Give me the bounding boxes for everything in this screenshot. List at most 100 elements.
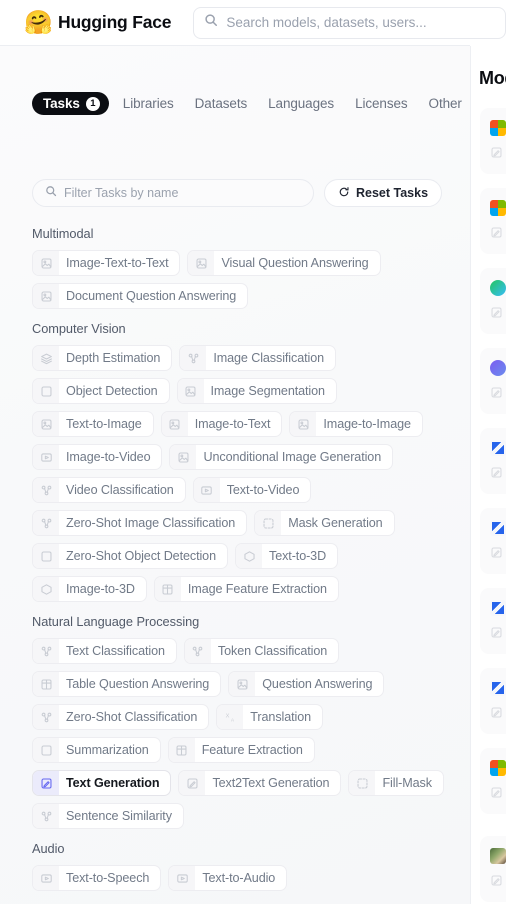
text-generation-icon	[490, 706, 502, 718]
search-icon	[204, 13, 218, 32]
task-chip-text-to-video[interactable]: Text-to-Video	[192, 477, 312, 503]
task-chip-text-classification[interactable]: Text Classification	[32, 638, 177, 664]
brand-logo-group[interactable]: 🤗 Hugging Face	[24, 10, 172, 35]
zero-shot-image-classification-icon	[33, 511, 59, 535]
task-chip-summarization[interactable]: Summarization	[32, 737, 161, 763]
task-chip-document-question-answering[interactable]: Document Question Answering	[32, 283, 249, 309]
model-card[interactable]	[480, 188, 506, 254]
model-card[interactable]	[480, 836, 506, 902]
task-chip-text-to-3d[interactable]: Text-to-3D	[235, 543, 339, 569]
search-input[interactable]	[226, 15, 495, 30]
section-title: Audio	[32, 841, 65, 856]
task-chip-label: Zero-Shot Classification	[66, 710, 198, 724]
task-chip-image-to-3d[interactable]: Image-to-3D	[32, 576, 147, 602]
model-card[interactable]	[480, 508, 506, 574]
task-chip-label: Sentence Similarity	[66, 809, 172, 823]
tab-libraries[interactable]: Libraries	[116, 92, 181, 115]
text-to-video-icon	[193, 478, 220, 502]
purple-gradient-avatar	[490, 360, 506, 376]
model-card[interactable]	[480, 428, 506, 494]
tab-datasets[interactable]: Datasets	[188, 92, 254, 115]
task-chip-image-text-to-text[interactable]: Image-Text-to-Text	[32, 250, 181, 276]
task-chip-label: Image Classification	[213, 351, 325, 365]
task-chip-sentence-similarity[interactable]: Sentence Similarity	[32, 803, 184, 829]
microsoft-logo-swatch	[490, 200, 506, 216]
model-card[interactable]	[480, 348, 506, 414]
task-chip-label: Fill-Mask	[382, 776, 432, 790]
text-to-speech-icon	[33, 866, 59, 890]
task-chip-text-to-image[interactable]: Text-to-Image	[32, 411, 154, 437]
tab-label: Tasks	[43, 96, 80, 111]
model-card[interactable]	[480, 268, 506, 334]
search-box[interactable]	[193, 6, 506, 39]
task-chip-image-classification[interactable]: Image Classification	[179, 345, 337, 371]
filter-tasks-input[interactable]	[64, 186, 301, 200]
task-chip-label: Translation	[250, 710, 312, 724]
tab-tasks[interactable]: Tasks 1	[32, 92, 109, 115]
text-classification-icon	[33, 639, 59, 663]
task-chip-question-answering[interactable]: Question Answering	[228, 671, 385, 697]
task-chip-object-detection[interactable]: Object Detection	[32, 378, 170, 404]
task-chip-fill-mask[interactable]: Fill-Mask	[348, 770, 444, 796]
task-chip-label: Text-to-Audio	[202, 871, 276, 885]
task-chip-image-feature-extraction[interactable]: Image Feature Extraction	[153, 576, 339, 602]
task-chip-label: Image Feature Extraction	[187, 582, 327, 596]
tab-languages[interactable]: Languages	[261, 92, 341, 115]
task-chip-label: Image-Text-to-Text	[66, 256, 169, 270]
image-to-video-icon	[33, 445, 59, 469]
image-segmentation-icon	[177, 379, 204, 403]
tab-label: Datasets	[194, 96, 248, 111]
text-generation-icon	[490, 146, 502, 158]
task-chip-token-classification[interactable]: Token Classification	[183, 638, 340, 664]
reset-tasks-button[interactable]: Reset Tasks	[324, 179, 443, 207]
task-chip-translation[interactable]: X A Translation	[216, 704, 324, 730]
summarization-icon	[33, 738, 59, 762]
document-question-answering-icon	[33, 284, 59, 308]
task-chip-image-to-video[interactable]: Image-to-Video	[32, 444, 163, 470]
task-chip-table-question-answering[interactable]: Table Question Answering	[32, 671, 222, 697]
task-chip-feature-extraction[interactable]: Feature Extraction	[167, 737, 315, 763]
global-search[interactable]	[193, 6, 506, 39]
main-stage: Models Tasks 1 Libraries Datasets Languages L…	[0, 46, 506, 904]
task-chip-image-segmentation[interactable]: Image Segmentation	[176, 378, 337, 404]
blue-mark-avatar	[490, 520, 506, 536]
mask-generation-icon	[255, 511, 282, 535]
model-card[interactable]	[480, 668, 506, 734]
task-chip-video-classification[interactable]: Video Classification	[32, 477, 186, 503]
task-chip-zero-shot-image-classification[interactable]: Zero-Shot Image Classification	[32, 510, 248, 536]
task-chip-label: Image-to-Video	[66, 450, 151, 464]
task-chip-text2text-generation[interactable]: Text2Text Generation	[178, 770, 342, 796]
text-to-image-icon	[33, 412, 59, 436]
tab-other[interactable]: Other	[422, 92, 469, 115]
task-chip-zero-shot-object-detection[interactable]: Zero-Shot Object Detection	[32, 543, 228, 569]
task-chip-text-to-audio[interactable]: Text-to-Audio	[168, 865, 288, 891]
task-chip-text-to-speech[interactable]: Text-to-Speech	[32, 865, 162, 891]
task-chip-unconditional-image-generation[interactable]: Unconditional Image Generation	[169, 444, 394, 470]
photo-avatar	[490, 848, 506, 864]
model-card[interactable]	[480, 748, 506, 814]
task-chip-label: Object Detection	[66, 384, 158, 398]
task-chip-label: Text2Text Generation	[212, 776, 330, 790]
model-card[interactable]	[480, 588, 506, 654]
models-pane-title: Models	[479, 68, 506, 88]
blue-mark-avatar	[490, 680, 506, 696]
task-chip-label: Zero-Shot Image Classification	[66, 516, 236, 530]
task-chip-mask-generation[interactable]: Mask Generation	[254, 510, 395, 536]
model-card[interactable]	[480, 108, 506, 174]
task-chip-text-generation[interactable]: Text Generation	[32, 770, 172, 796]
filter-tasks-field[interactable]	[32, 179, 314, 207]
task-chip-visual-question-answering[interactable]: Visual Question Answering	[187, 250, 381, 276]
tab-label: Libraries	[122, 96, 174, 111]
task-chip-zero-shot-classification[interactable]: Zero-Shot Classification	[32, 704, 210, 730]
task-chip-depth-estimation[interactable]: Depth Estimation	[32, 345, 173, 371]
text-generation-icon	[490, 226, 502, 238]
depth-estimation-icon	[33, 346, 59, 370]
task-chip-label: Zero-Shot Object Detection	[66, 549, 216, 563]
task-chip-image-to-image[interactable]: Image-to-Image	[289, 411, 423, 437]
token-classification-icon	[184, 639, 211, 663]
task-chip-image-to-text[interactable]: Image-to-Text	[160, 411, 283, 437]
task-chip-label: Image-to-Text	[194, 417, 271, 431]
tab-licenses[interactable]: Licenses	[348, 92, 414, 115]
task-chip-label: Image-to-Image	[323, 417, 411, 431]
brand-name: Hugging Face	[58, 12, 172, 32]
